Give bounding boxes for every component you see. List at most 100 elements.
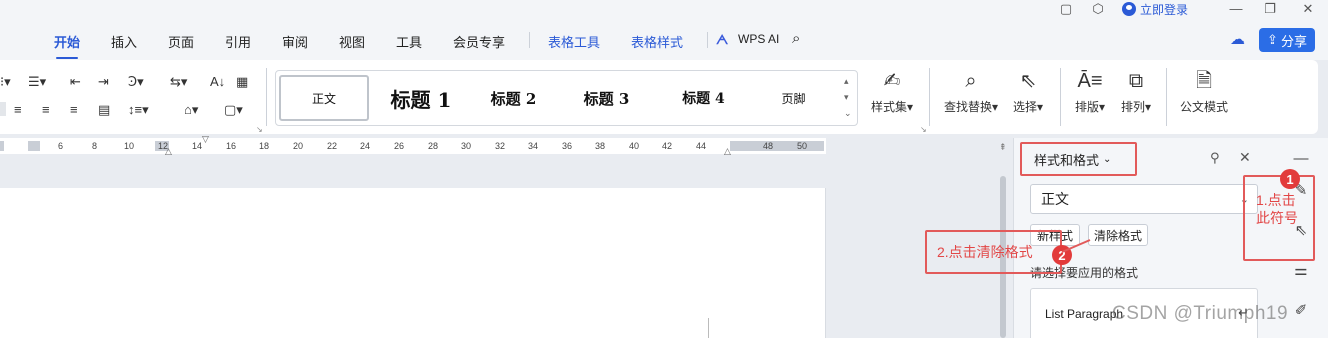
ruler-tick: 30	[461, 141, 472, 151]
menu-bar: 开始 插入 页面 引用 审阅 视图 工具 会员专享 表格工具 表格样式 ᗅ WP…	[0, 20, 1328, 60]
bullet-list-icon[interactable]: ⁝▾	[0, 74, 11, 90]
tab-table-tools[interactable]: 表格工具	[548, 32, 600, 51]
right-indent-marker-icon[interactable]: △	[724, 146, 731, 157]
first-indent-marker-icon[interactable]: ▽	[202, 134, 209, 145]
official-mode-label: 公文模式	[1179, 100, 1228, 114]
arrange-icon: ⧉	[1128, 70, 1144, 92]
select-button[interactable]: ⇖ 选择▾	[1008, 68, 1048, 115]
chevron-down-icon: ⌄	[1103, 153, 1112, 165]
scroll-up-icon[interactable]: ⇞	[999, 142, 1007, 153]
style-set-label: 样式集	[870, 100, 907, 114]
typeset-label: 排版	[1074, 100, 1099, 114]
tab-reference[interactable]: 引用	[225, 32, 251, 51]
login-button[interactable]: 立即登录	[1122, 0, 1188, 18]
decrease-indent-icon[interactable]: ⇤	[70, 74, 81, 90]
style-set-button[interactable]: ✍ 样式集▾	[866, 68, 918, 115]
align-right-icon[interactable]: ≡	[70, 102, 78, 118]
ruler-tick: 22	[327, 141, 338, 151]
title-bar: ▢ ⬡ 立即登录 — ❐ ✕	[0, 0, 1328, 20]
pin-icon[interactable]: ⚲	[1210, 150, 1220, 166]
increase-indent-icon[interactable]: ⇥	[98, 74, 109, 90]
style-heading2[interactable]: 标题 2	[476, 75, 551, 121]
search-icon[interactable]: ⌕	[792, 30, 800, 47]
close-pane-icon[interactable]: ✕	[1239, 149, 1251, 166]
style-heading3[interactable]: 标题 3	[569, 75, 644, 121]
paragraph-launcher-icon[interactable]: ↘	[256, 122, 263, 138]
text-direction-icon[interactable]: Ꜿ▾	[128, 74, 144, 90]
menu-divider	[529, 32, 530, 48]
ruler-tick: 42	[662, 141, 673, 151]
tab-view[interactable]: 视图	[339, 32, 365, 51]
tab-tools[interactable]: 工具	[396, 32, 422, 51]
find-replace-label: 查找替换	[943, 100, 992, 114]
justify-icon[interactable]: ▤	[98, 102, 110, 118]
ruler-tick: 18	[259, 141, 270, 151]
ruler-tick: 38	[595, 141, 606, 151]
arrange-label: 排列	[1120, 100, 1145, 114]
styles-launcher-icon[interactable]: ↘	[920, 122, 927, 138]
ruler-right-margin	[730, 141, 824, 151]
current-style-value: 正文	[1041, 191, 1069, 207]
close-window-icon[interactable]: ✕	[1300, 1, 1316, 17]
share-button[interactable]: ⇪ 分享	[1259, 28, 1315, 52]
collapse-icon[interactable]: —	[1292, 150, 1310, 168]
cloud-upload-icon[interactable]: ☁	[1230, 30, 1245, 48]
login-label: 立即登录	[1140, 2, 1189, 17]
gallery-expand-icon[interactable]: ⌄	[844, 105, 852, 121]
sort-icon[interactable]: A↓	[210, 74, 225, 90]
style-normal[interactable]: 正文	[279, 75, 369, 121]
wps-ai-label[interactable]: WPS AI	[738, 32, 779, 46]
style-heading1[interactable]: 标题 1	[376, 75, 466, 121]
wps-ai-icon[interactable]: ᗅ	[716, 32, 728, 48]
tab-page[interactable]: 页面	[168, 32, 194, 51]
border-icon[interactable]: ▢▾	[224, 102, 243, 118]
current-style-select[interactable]: 正文 ⌄	[1030, 184, 1258, 214]
arrange-button[interactable]: ⧉ 排列▾	[1116, 68, 1156, 115]
tab-review[interactable]: 审阅	[282, 32, 308, 51]
shading-icon[interactable]: ⌂▾	[184, 102, 198, 118]
align-left-icon[interactable]: ≡	[14, 102, 22, 118]
ruler-tick: 32	[495, 141, 506, 151]
minimize-icon[interactable]: —	[1228, 1, 1244, 17]
horizontal-ruler[interactable]: 6 8 10 12 14 16 18 20 22 24 26 28 30 32 …	[0, 134, 826, 157]
tab-table-style[interactable]: 表格样式	[631, 32, 683, 51]
styles-pane-title[interactable]: 样式和格式 ⌄	[1020, 142, 1137, 176]
gallery-up-icon[interactable]: ▴	[844, 73, 849, 89]
ruler-tick: 14	[192, 141, 203, 151]
adjust-sliders-icon[interactable]: ⚌	[1292, 262, 1310, 280]
select-label: 选择	[1012, 100, 1037, 114]
styles-pane-title-label: 样式和格式	[1034, 152, 1100, 168]
gallery-down-icon[interactable]: ▾	[844, 89, 849, 105]
tab-member[interactable]: 会员专享	[453, 32, 505, 51]
ruler-tick: 20	[293, 141, 304, 151]
tab-home[interactable]: 开始	[54, 32, 80, 59]
ruler-tick: 36	[562, 141, 573, 151]
cube-icon[interactable]: ⬡	[1090, 1, 1106, 17]
edit-doc-icon[interactable]: ✐	[1292, 302, 1310, 320]
left-edge-marker	[0, 102, 6, 116]
ruler-tick: 28	[428, 141, 439, 151]
official-mode-button[interactable]: 🗎 公文模式	[1176, 68, 1232, 115]
style-footer[interactable]: 页脚	[766, 75, 821, 121]
ruler-tick: 6	[58, 141, 64, 151]
restore-icon[interactable]: ❐	[1262, 1, 1278, 17]
line-spacing-icon[interactable]: ↕≡▾	[128, 102, 149, 118]
table-grid-icon[interactable]: ▦	[236, 74, 248, 90]
document-page[interactable]	[0, 188, 826, 338]
find-replace-button[interactable]: ⌕ 查找替换▾	[940, 68, 1002, 115]
ribbon-divider	[1060, 68, 1061, 126]
left-indent-marker-icon[interactable]: △	[165, 146, 172, 157]
tab-insert[interactable]: 插入	[111, 32, 137, 51]
ruler-tick: 26	[394, 141, 405, 151]
style-heading4[interactable]: 标题 4	[666, 75, 741, 121]
style-gallery: 正文 标题 1 标题 2 标题 3 标题 4 页脚 ▴ ▾ ⌄	[275, 70, 858, 126]
window-icon[interactable]: ▢	[1058, 1, 1074, 17]
typeset-button[interactable]: Ā≡ 排版▾	[1070, 68, 1110, 115]
numbered-list-icon[interactable]: ☰▾	[28, 74, 46, 90]
align-center-icon[interactable]: ≡	[42, 102, 50, 118]
ribbon-divider	[929, 68, 930, 126]
ribbon-divider	[1166, 68, 1167, 126]
style-set-icon: ✍	[883, 70, 901, 92]
swap-icon[interactable]: ⇆▾	[170, 74, 187, 90]
official-doc-icon: 🗎	[1195, 70, 1213, 92]
